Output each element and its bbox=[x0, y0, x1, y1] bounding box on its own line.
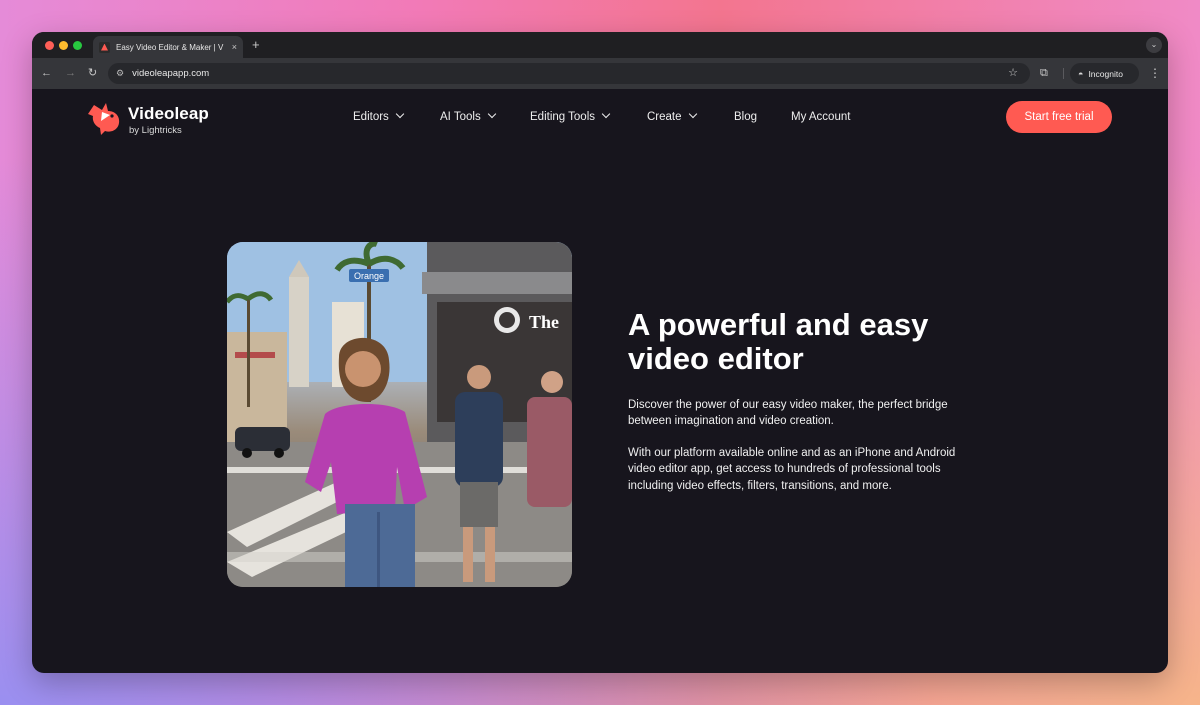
url-text[interactable]: videoleapapp.com bbox=[132, 68, 209, 79]
site-info-icon[interactable]: ⚙ bbox=[116, 68, 124, 79]
forward-arrow-icon[interactable]: → bbox=[65, 66, 76, 80]
hero-video-scene: Orange The bbox=[227, 242, 572, 587]
incognito-label: Incognito bbox=[1088, 68, 1123, 79]
address-bar[interactable]: ⚙ videoleapapp.com ☆ bbox=[108, 63, 1030, 84]
videoleap-favicon-icon bbox=[99, 41, 110, 53]
hero-paragraph-1: Discover the power of our easy video mak… bbox=[628, 399, 948, 428]
bookmark-star-icon[interactable]: ☆ bbox=[1008, 67, 1018, 80]
browser-menu-icon[interactable]: ⋮ bbox=[1149, 66, 1161, 80]
chevron-down-icon bbox=[487, 109, 496, 119]
reload-icon[interactable]: ↻ bbox=[88, 66, 97, 80]
videoleap-logo[interactable]: Videoleap by Lightricks bbox=[88, 99, 218, 139]
tab-close-icon[interactable]: × bbox=[232, 42, 237, 52]
back-arrow-icon[interactable]: ← bbox=[41, 66, 52, 80]
start-free-trial-button[interactable]: Start free trial bbox=[1006, 101, 1112, 133]
street-sign-text: Orange bbox=[354, 271, 384, 281]
chevron-down-icon bbox=[688, 109, 697, 119]
hero-title: A powerful and easy video editor bbox=[628, 307, 929, 376]
chevron-down-icon bbox=[395, 109, 405, 119]
nav-item-editing-tools[interactable]: Editing Tools bbox=[530, 109, 611, 125]
browser-tab[interactable]: Easy Video Editor & Maker | V × bbox=[93, 36, 243, 58]
hero-paragraph-2: With our platform available online and a… bbox=[628, 447, 956, 492]
browser-toolbar: ← → ↻ ⚙ videoleapapp.com ☆ ⧉ ◓ Incognito… bbox=[32, 58, 1168, 89]
nav-item-create[interactable]: Create bbox=[647, 109, 697, 125]
tab-strip: Easy Video Editor & Maker | V × + ⌄ bbox=[32, 32, 1168, 58]
logo-name: Videoleap bbox=[128, 104, 209, 123]
incognito-badge[interactable]: ◓ Incognito bbox=[1070, 63, 1139, 84]
tab-title: Easy Video Editor & Maker | V bbox=[116, 42, 224, 52]
nav-item-editors[interactable]: Editors bbox=[353, 109, 405, 125]
toolbar-divider bbox=[1063, 68, 1064, 79]
chevron-down-icon bbox=[601, 109, 611, 119]
storefront-sign-text: The bbox=[529, 312, 559, 332]
nav-item-ai-tools[interactable]: AI Tools bbox=[440, 109, 496, 125]
incognito-icon: ◓ bbox=[1078, 68, 1084, 79]
nav-item-blog[interactable]: Blog bbox=[734, 109, 757, 125]
hero-video-thumbnail[interactable]: Orange The bbox=[227, 242, 572, 587]
extensions-puzzle-icon[interactable]: ⧉ bbox=[1040, 66, 1048, 80]
maximize-window-button[interactable] bbox=[73, 41, 82, 50]
logo-subtitle: by Lightricks bbox=[129, 125, 182, 136]
tab-search-chevron-icon[interactable]: ⌄ bbox=[1146, 37, 1162, 53]
videoleap-bird-logo-icon bbox=[88, 103, 120, 135]
browser-window: Easy Video Editor & Maker | V × + ⌄ ← → … bbox=[32, 32, 1168, 673]
new-tab-button[interactable]: + bbox=[252, 37, 260, 53]
nav-item-my-account[interactable]: My Account bbox=[791, 109, 850, 125]
minimize-window-button[interactable] bbox=[59, 41, 68, 50]
close-window-button[interactable] bbox=[45, 41, 54, 50]
